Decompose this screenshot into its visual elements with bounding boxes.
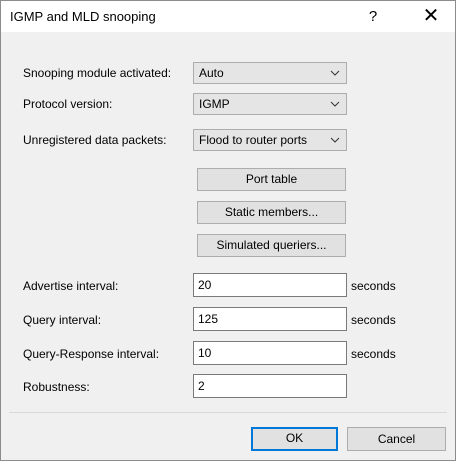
divider	[9, 412, 447, 413]
dialog-window: IGMP and MLD snooping ? ✕ Snooping modul…	[0, 0, 456, 461]
dialog-title: IGMP and MLD snooping	[10, 9, 156, 24]
robustness-input[interactable]: 2	[193, 374, 347, 398]
simulated-queriers-button[interactable]: Simulated queriers...	[197, 234, 346, 257]
title-bar: IGMP and MLD snooping ? ✕	[1, 1, 455, 32]
port-table-button[interactable]: Port table	[197, 168, 346, 191]
cancel-button[interactable]: Cancel	[347, 427, 446, 451]
advertise-interval-input[interactable]: 20	[193, 273, 347, 297]
unregistered-packets-label: Unregistered data packets:	[23, 133, 167, 147]
query-interval-label: Query interval:	[23, 313, 102, 327]
snooping-module-label: Snooping module activated:	[23, 66, 172, 80]
query-response-interval-label: Query-Response interval:	[23, 347, 160, 361]
close-button[interactable]: ✕	[409, 1, 453, 32]
chevron-down-icon	[330, 63, 340, 83]
advertise-interval-label: Advertise interval:	[23, 279, 119, 293]
query-interval-unit: seconds	[351, 313, 396, 327]
unregistered-packets-select[interactable]: Flood to router ports	[193, 129, 347, 151]
chevron-down-icon	[330, 94, 340, 114]
advertise-interval-unit: seconds	[351, 279, 396, 293]
query-interval-input[interactable]: 125	[193, 307, 347, 331]
protocol-version-value: IGMP	[199, 97, 230, 111]
protocol-version-select[interactable]: IGMP	[193, 93, 347, 115]
unregistered-packets-value: Flood to router ports	[199, 133, 308, 147]
query-response-interval-input[interactable]: 10	[193, 341, 347, 365]
ok-button[interactable]: OK	[251, 427, 338, 451]
query-response-interval-unit: seconds	[351, 347, 396, 361]
static-members-button[interactable]: Static members...	[197, 201, 346, 224]
snooping-module-value: Auto	[199, 66, 224, 80]
chevron-down-icon	[330, 130, 340, 150]
help-button[interactable]: ?	[353, 1, 393, 32]
robustness-label: Robustness:	[23, 380, 90, 394]
snooping-module-select[interactable]: Auto	[193, 62, 347, 84]
protocol-version-label: Protocol version:	[23, 97, 113, 111]
